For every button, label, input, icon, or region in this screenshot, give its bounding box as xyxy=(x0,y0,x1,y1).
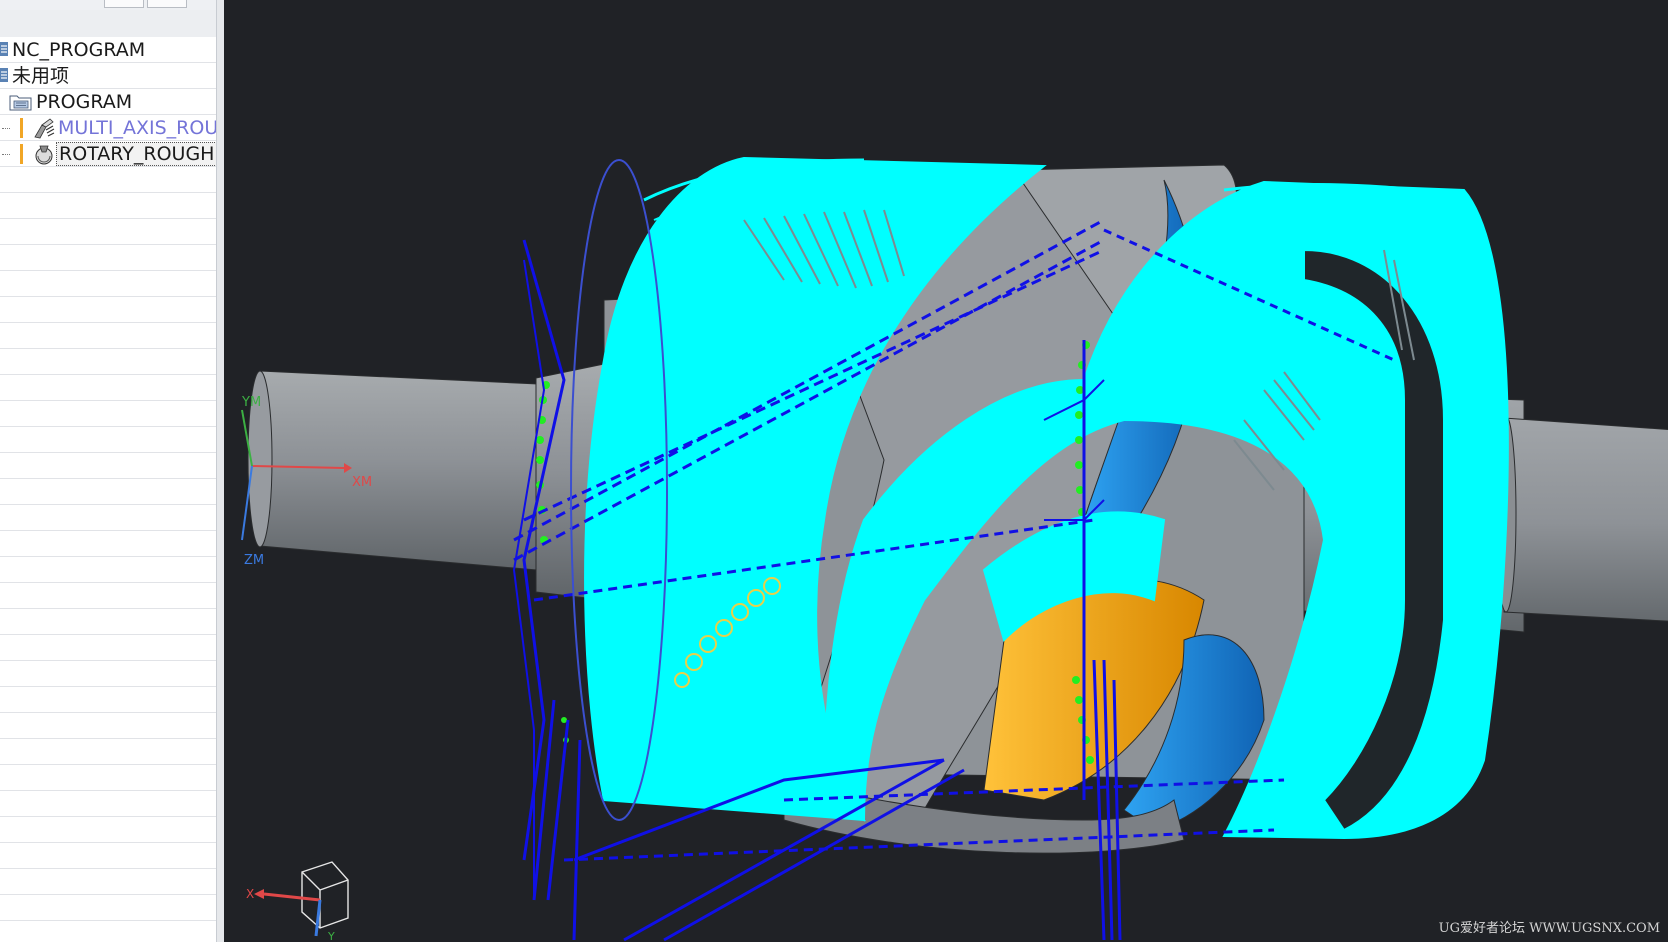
tree-empty-row xyxy=(0,895,216,921)
tree-empty-row xyxy=(0,271,216,297)
tree-connector xyxy=(2,128,10,129)
tree-empty-row xyxy=(0,661,216,687)
tree-node-label: ROTARY_ROUGHI xyxy=(56,142,216,166)
unused-group-icon xyxy=(0,68,8,82)
regenerate-warning-icon xyxy=(20,118,23,138)
tree-empty-row xyxy=(0,453,216,479)
tree-empty-row xyxy=(0,219,216,245)
tree-node-nc-program[interactable]: NC_PROGRAM xyxy=(0,37,216,63)
tree-empty-row xyxy=(0,505,216,531)
program-group-icon xyxy=(0,42,8,56)
tree-empty-row xyxy=(0,817,216,843)
tree-empty-row xyxy=(0,791,216,817)
tree-empty-row xyxy=(0,843,216,869)
tree-empty-row xyxy=(0,323,216,349)
left-shaft[interactable] xyxy=(247,363,605,601)
tree-empty-row xyxy=(0,531,216,557)
navigator-toolbar xyxy=(0,0,216,10)
tree-empty-row xyxy=(0,375,216,401)
tree-empty-row xyxy=(0,349,216,375)
watermark-text: UG爱好者论坛 WWW.UGSNX.COM xyxy=(1438,921,1660,936)
toolbar-button[interactable] xyxy=(147,0,187,8)
tree-empty-row xyxy=(0,739,216,765)
graphics-viewport[interactable]: XM YM ZM X Y UG爱好者论坛 WWW.UGSNX.COM xyxy=(224,0,1668,942)
wcs-y-label: YM xyxy=(241,395,261,410)
tree-node-program[interactable]: PROGRAM xyxy=(0,89,216,115)
tree-empty-row xyxy=(0,583,216,609)
tree-empty-row xyxy=(0,921,216,942)
multi-axis-operation-icon xyxy=(34,118,55,139)
tree-empty-row xyxy=(0,609,216,635)
triad-x-label: X xyxy=(246,887,254,901)
regenerate-warning-icon xyxy=(20,144,23,164)
tree-empty-row xyxy=(0,167,216,193)
program-order-tree: NC_PROGRAM 未用项 PROGRAM MULTI_AXIS_ROU RO… xyxy=(0,37,216,167)
program-folder-icon xyxy=(9,95,32,111)
tree-empty-row xyxy=(0,297,216,323)
panel-splitter[interactable] xyxy=(216,0,224,942)
rotary-operation-icon xyxy=(35,145,53,165)
tree-node-label: MULTI_AXIS_ROU... xyxy=(58,117,216,139)
tree-node-unused-items[interactable]: 未用项 xyxy=(0,63,216,89)
tree-node-label: NC_PROGRAM xyxy=(12,39,146,61)
tree-empty-rows xyxy=(0,167,216,942)
tree-node-label: PROGRAM xyxy=(36,91,133,113)
wcs-x-label: XM xyxy=(352,475,372,490)
tree-empty-row xyxy=(0,557,216,583)
tree-empty-row xyxy=(0,193,216,219)
tree-node-rotary-roughing[interactable]: ROTARY_ROUGHI xyxy=(0,141,216,167)
operation-navigator: NC_PROGRAM 未用项 PROGRAM MULTI_AXIS_ROU RO… xyxy=(0,0,216,942)
tree-column-header[interactable] xyxy=(0,10,216,38)
tree-empty-row xyxy=(0,245,216,271)
triad-y-label: Y xyxy=(327,930,335,942)
view-triad[interactable]: X Y xyxy=(246,861,349,942)
tree-node-label: 未用项 xyxy=(12,65,70,87)
tree-connector xyxy=(2,154,10,155)
toolbar-button[interactable] xyxy=(104,0,144,8)
tree-node-multi-axis-rough[interactable]: MULTI_AXIS_ROU... xyxy=(0,115,216,141)
tree-empty-row xyxy=(0,479,216,505)
tree-empty-row xyxy=(0,635,216,661)
tree-empty-row xyxy=(0,765,216,791)
tree-empty-row xyxy=(0,427,216,453)
tree-empty-row xyxy=(0,713,216,739)
model-canvas[interactable]: XM YM ZM X Y xyxy=(224,0,1668,942)
tree-empty-row xyxy=(0,401,216,427)
wcs-z-label: ZM xyxy=(244,553,264,568)
tree-empty-row xyxy=(0,687,216,713)
tree-empty-row xyxy=(0,869,216,895)
